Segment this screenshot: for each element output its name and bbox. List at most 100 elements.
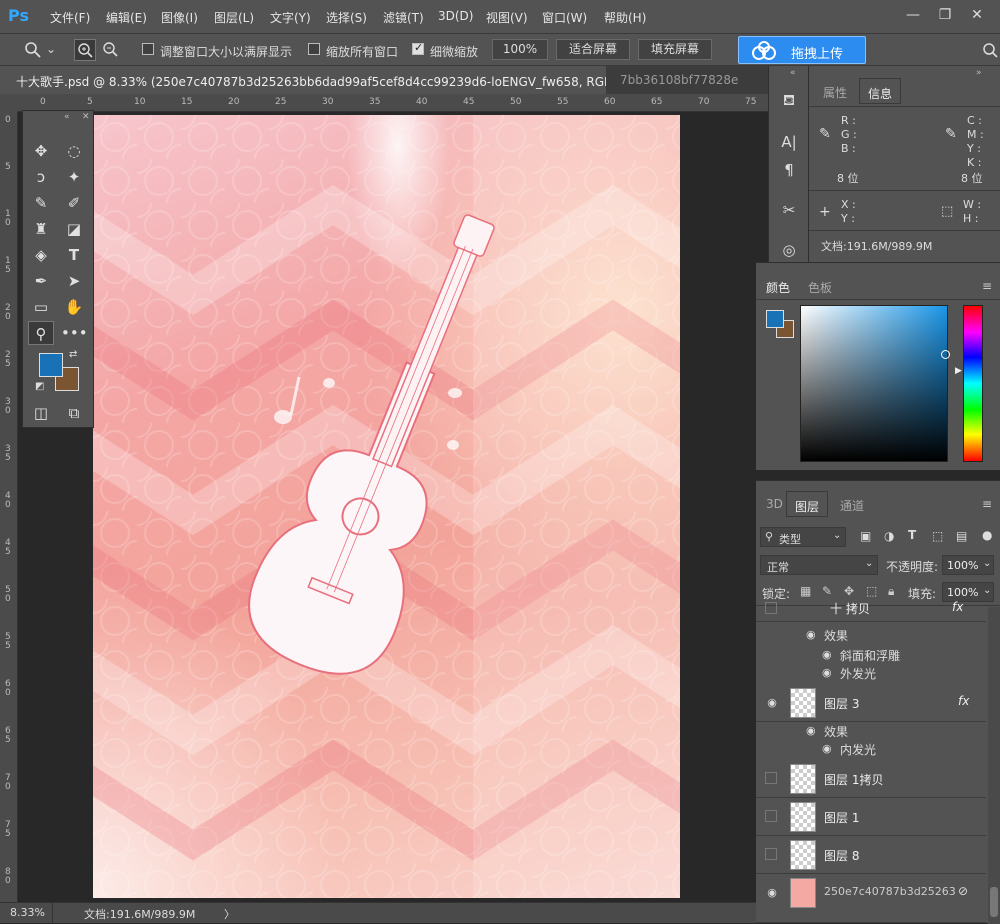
fx-icon[interactable]: fx <box>958 694 969 708</box>
resize-windows-checkbox[interactable] <box>142 43 154 55</box>
quick-mask-icon[interactable]: ◫ <box>28 401 54 425</box>
eyedropper-tool-icon[interactable]: ✎ <box>28 191 54 215</box>
layer-row-layer3[interactable]: ◉ 图层 3 fx <box>756 684 986 722</box>
collapse-arrows-icon[interactable]: « <box>64 112 70 122</box>
layer-row-partial[interactable]: 图层 8 <box>756 836 986 874</box>
screen-mode-icon[interactable]: ⧉ <box>61 401 87 425</box>
rectangle-tool-icon[interactable]: ▭ <box>28 295 54 319</box>
lasso-tool-icon[interactable]: ↄ <box>28 165 54 189</box>
status-zoom[interactable]: 8.33% <box>10 906 45 919</box>
libraries-icon[interactable]: ◎ <box>777 238 801 262</box>
filter-toggle-icon[interactable]: ● <box>982 528 992 542</box>
zoom-out-button[interactable] <box>100 39 122 61</box>
pen-tool-icon[interactable]: ✒ <box>28 269 54 293</box>
menu-3d[interactable]: 3D(D) <box>438 9 473 23</box>
foreground-color-chip[interactable] <box>766 310 784 328</box>
close-window-button[interactable]: ✕ <box>964 4 990 26</box>
effect-outer-glow[interactable]: 外发光 <box>840 665 876 682</box>
tab-layers[interactable]: 图层 <box>786 491 829 517</box>
swap-colors-icon[interactable]: ⇄ <box>69 349 77 360</box>
zoom-100-button[interactable]: 100% <box>492 39 548 60</box>
layer-row-layer1-copy[interactable]: 图层 1拷贝 <box>756 760 986 798</box>
tab-document-second[interactable]: 7bb36108bf77828e <box>606 66 768 94</box>
paint-bucket-tool-icon[interactable]: ◈ <box>28 243 54 267</box>
brush-tool-icon[interactable]: ✐ <box>61 191 87 215</box>
tab-document-active[interactable]: 十大歌手.psd @ 8.33% (250e7c40787b3d25263bb6… <box>0 66 606 94</box>
menu-type[interactable]: 文字(Y) <box>270 9 311 26</box>
fit-screen-button[interactable]: 适合屏幕 <box>556 39 630 60</box>
hand-tool-icon[interactable]: ✋ <box>61 295 87 319</box>
lock-pixels-icon[interactable]: ✎ <box>822 584 832 598</box>
type-tool-icon[interactable]: T <box>61 243 87 267</box>
path-select-tool-icon[interactable]: ➤ <box>61 269 87 293</box>
hue-slider[interactable] <box>963 305 983 462</box>
eraser-tool-icon[interactable]: ◪ <box>61 217 87 241</box>
blend-mode-select[interactable]: 正常 ⌄ <box>760 555 878 575</box>
eye-icon[interactable]: ◉ <box>822 742 832 755</box>
character-icon[interactable]: A| <box>777 130 801 154</box>
restore-button[interactable]: ❐ <box>932 4 958 26</box>
fx-icon[interactable]: fx <box>952 600 963 614</box>
scrubby-zoom-checkbox[interactable] <box>412 41 424 55</box>
visibility-toggle[interactable] <box>765 810 777 822</box>
effect-inner-glow[interactable]: 内发光 <box>840 741 876 758</box>
menu-help[interactable]: 帮助(H) <box>604 9 646 26</box>
scrollbar-thumb[interactable] <box>990 887 998 917</box>
more-tools-icon[interactable]: ••• <box>61 321 88 345</box>
tool-presets-icon[interactable]: ✂ <box>777 198 801 222</box>
fill-screen-button[interactable]: 填充屏幕 <box>638 39 712 60</box>
tab-color[interactable]: 颜色 <box>758 273 799 299</box>
lock-position-icon[interactable]: ✥ <box>844 584 854 598</box>
filter-shape-icon[interactable]: ⬚ <box>932 529 943 543</box>
zoom-icon[interactable] <box>24 41 42 59</box>
drag-upload-button[interactable]: 拖拽上传 <box>738 36 866 64</box>
search-icon[interactable] <box>982 42 998 58</box>
color-field[interactable] <box>800 305 950 462</box>
visibility-toggle[interactable] <box>765 848 777 860</box>
move-tool-icon[interactable]: ✥ <box>28 139 54 163</box>
zoom-in-button[interactable] <box>74 39 96 61</box>
collapse-arrows-icon[interactable]: » <box>976 68 982 78</box>
marquee-tool-icon[interactable]: ◌ <box>61 139 87 163</box>
tab-swatches[interactable]: 色板 <box>800 273 840 299</box>
visibility-toggle[interactable] <box>765 772 777 784</box>
tab-properties[interactable]: 属性 <box>815 78 855 104</box>
zoom-tool-icon[interactable]: ⚲ <box>28 321 54 345</box>
opacity-input[interactable]: 100% ⌄ <box>942 555 994 575</box>
magic-wand-tool-icon[interactable]: ✦ <box>61 165 87 189</box>
menu-filter[interactable]: 滤镜(T) <box>383 9 424 26</box>
filter-kind-select[interactable]: ⚲ 类型 ⌄ <box>760 527 846 547</box>
menu-view[interactable]: 视图(V) <box>486 9 528 26</box>
eye-icon[interactable]: ◉ <box>822 666 832 679</box>
history-icon[interactable]: ⛾ <box>777 88 801 112</box>
menu-image[interactable]: 图像(I) <box>161 9 198 26</box>
tool-preset-chevron-icon[interactable]: ⌄ <box>46 42 56 56</box>
status-menu-arrow-icon[interactable]: 〉 <box>224 906 235 922</box>
effect-bevel[interactable]: 斜面和浮雕 <box>840 647 900 664</box>
zoom-all-windows-checkbox[interactable] <box>308 43 320 55</box>
menu-file[interactable]: 文件(F) <box>50 9 90 26</box>
tab-channels[interactable]: 通道 <box>832 491 872 517</box>
layer-row-layer1[interactable]: 图层 1 <box>756 798 986 836</box>
tab-info[interactable]: 信息 <box>859 78 902 104</box>
eye-icon[interactable]: ◉ <box>765 696 779 710</box>
fill-input[interactable]: 100% ⌄ <box>942 582 994 602</box>
minimize-button[interactable]: — <box>900 4 926 26</box>
panel-menu-icon[interactable]: ≡ <box>982 497 992 511</box>
menu-edit[interactable]: 编辑(E) <box>106 9 147 26</box>
eye-icon[interactable]: ◉ <box>765 886 779 900</box>
document-canvas[interactable] <box>93 115 680 898</box>
close-panel-icon[interactable]: ✕ <box>82 112 90 122</box>
panel-menu-icon[interactable]: ≡ <box>982 279 992 293</box>
visibility-toggle[interactable] <box>765 602 777 614</box>
filter-adjustment-icon[interactable]: ◑ <box>884 529 894 543</box>
filter-smart-icon[interactable]: ▤ <box>956 529 967 543</box>
lock-all-icon[interactable]: 🔒︎ <box>888 584 894 599</box>
menu-layer[interactable]: 图层(L) <box>214 9 254 26</box>
layer-row-background-image[interactable]: ◉ 250e7c40787b3d25263 ⊘ <box>756 874 986 923</box>
eye-icon[interactable]: ◉ <box>822 648 832 661</box>
eye-icon[interactable]: ◉ <box>806 628 816 641</box>
filter-type-icon[interactable]: T <box>908 528 916 542</box>
paragraph-icon[interactable]: ¶ <box>777 158 801 182</box>
default-colors-icon[interactable]: ◩ <box>35 381 44 392</box>
